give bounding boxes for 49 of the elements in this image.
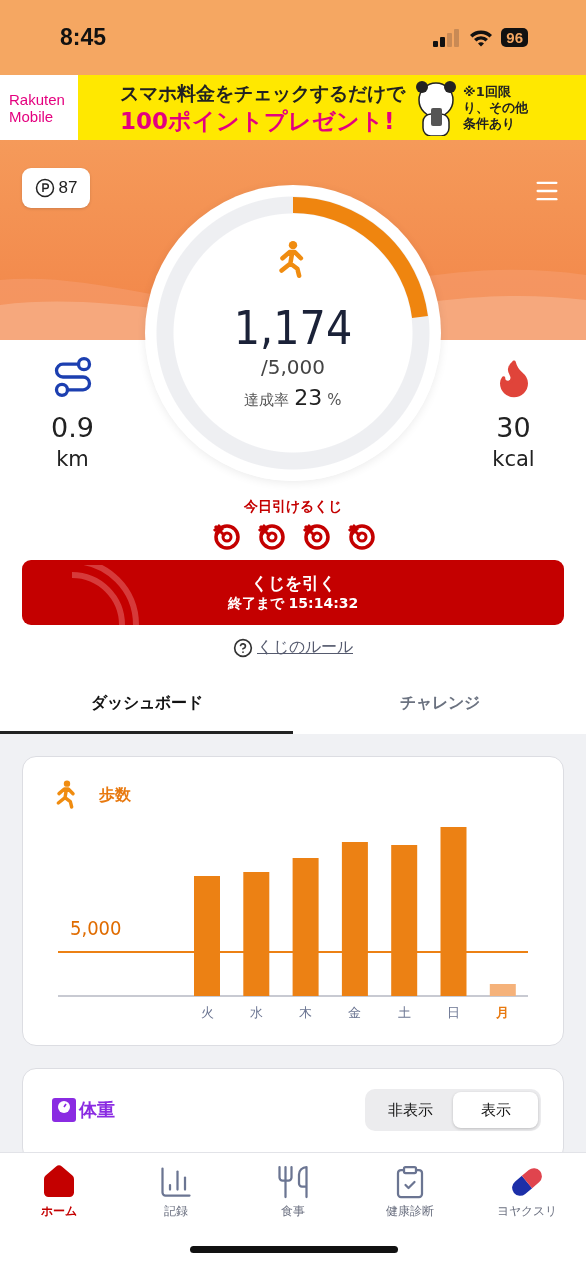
day-label: 日: [447, 1005, 460, 1020]
nav-item[interactable]: ホーム: [0, 1163, 118, 1221]
day-label: 水: [249, 1005, 263, 1020]
nav-item[interactable]: 食事: [234, 1163, 352, 1221]
rate-unit: %: [327, 391, 342, 409]
toggle-option[interactable]: 表示: [453, 1092, 538, 1128]
battery-level: 96: [501, 28, 528, 47]
lottery-ticket-icon: [256, 522, 285, 550]
ad-offer: 100ポイントプレゼント!: [120, 106, 396, 135]
draw-lottery-button[interactable]: くじを引く 終了まで 15:14:32: [22, 560, 564, 625]
scale-icon: [51, 1097, 77, 1123]
points-value: 87: [58, 178, 78, 198]
wifi-icon: [469, 28, 494, 47]
points-icon: [34, 178, 55, 198]
rate-label: 達成率: [244, 391, 290, 410]
day-label: 月: [496, 1005, 510, 1020]
day-label: 金: [348, 1005, 362, 1020]
lottery-ticket-icon: [346, 522, 375, 550]
lottery-ticket-icon: [211, 522, 240, 550]
status-time: 8:45: [60, 24, 107, 51]
day-label: 木: [299, 1005, 313, 1020]
ad-note: ※1回限り、その他条件あり: [463, 83, 529, 132]
nav-item[interactable]: 記録: [117, 1163, 235, 1221]
calories-unit: kcal: [492, 446, 535, 473]
distance-value: 0.9: [51, 411, 94, 445]
step-count: 1,174: [233, 301, 353, 355]
help-icon: [233, 637, 253, 658]
figure-drawing: [413, 79, 459, 136]
lottery-title: 今日引けるくじ: [244, 498, 342, 516]
points-badge[interactable]: 87: [22, 168, 90, 208]
signal-icon: [433, 28, 462, 47]
goal-label: 5,000: [70, 916, 122, 940]
lottery-ticket-icon: [301, 522, 330, 550]
day-label: 火: [200, 1005, 214, 1020]
nav-item[interactable]: ヨヤクスリ: [468, 1163, 586, 1221]
fork-knife-icon: [275, 1164, 311, 1200]
rules-link[interactable]: くじのルール: [257, 637, 353, 658]
nav-item[interactable]: 健康診断: [351, 1163, 469, 1221]
steps-title: 歩数: [99, 784, 131, 806]
weight-title: 体重: [79, 1098, 115, 1122]
calories-value: 30: [496, 411, 531, 445]
ad-headline: スマホ料金をチェックするだけで: [120, 80, 405, 106]
distance-unit: km: [56, 446, 89, 473]
rate-value: 23: [294, 385, 323, 410]
brand-logo: Rakuten Mobile: [0, 75, 78, 140]
ad-banner[interactable]: Rakuten Mobile スマホ料金をチェックするだけで 100ポイントプレゼント! ※1回限り、その他条件あり: [0, 75, 586, 140]
toggle-option[interactable]: 非表示: [368, 1092, 453, 1128]
day-label: 土: [397, 1005, 411, 1020]
step-goal: /5,000: [261, 355, 325, 379]
